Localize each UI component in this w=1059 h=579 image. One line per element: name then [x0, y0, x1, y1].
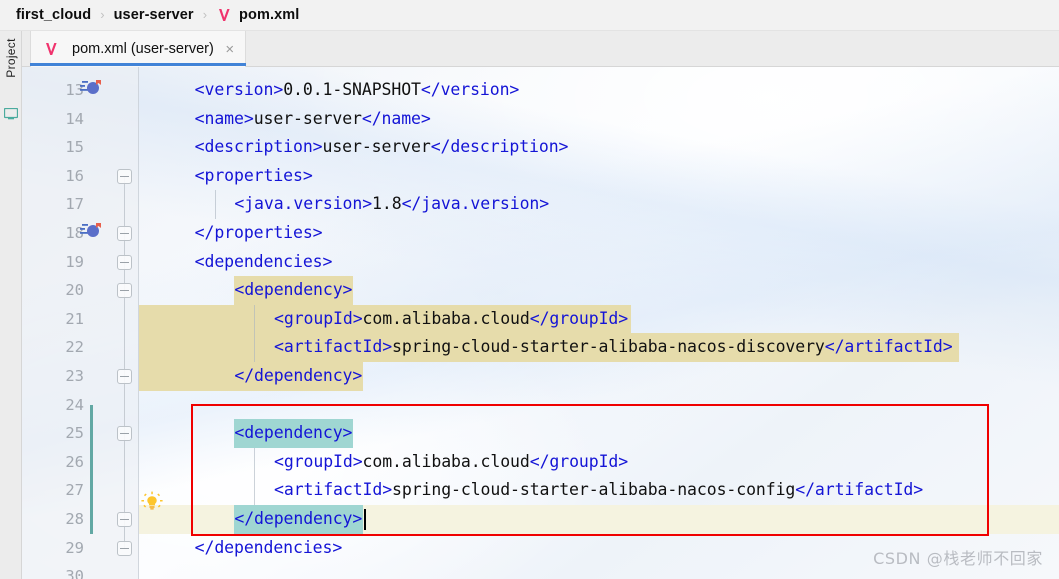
code-text: <groupId>com.alibaba.cloud</groupId> — [274, 308, 629, 328]
line-number: 27 — [65, 481, 84, 500]
code-line: 28 </dependency> — [22, 505, 1059, 534]
code-line: 18 </properties> — [22, 219, 1059, 248]
breadcrumb-item-module[interactable]: user-server — [114, 7, 194, 23]
maven-dependency-icon[interactable] — [80, 222, 104, 240]
code-line: 26 <groupId>com.alibaba.cloud</groupId> — [22, 448, 1059, 477]
code-text: </dependency> — [234, 509, 363, 528]
code-line: 16 <properties> — [22, 162, 1059, 191]
code-line: 13 <version>0.0.1-SNAPSHOT</version> — [22, 76, 1059, 105]
monitor-icon[interactable] — [3, 107, 19, 120]
line-number: 24 — [65, 395, 84, 414]
editor-tab-bar: pom.xml (user-server) × — [22, 31, 1059, 67]
line-number: 19 — [65, 252, 84, 271]
code-line: 24 — [22, 391, 1059, 420]
lightbulb-intention-icon[interactable] — [141, 491, 163, 513]
line-number: 13 — [65, 81, 84, 99]
code-line: 25 <dependency> — [22, 419, 1059, 448]
maven-dependency-icon[interactable] — [80, 79, 104, 97]
code-text: <artifactId>spring-cloud-starter-alibaba… — [274, 337, 953, 357]
code-text: <groupId>com.alibaba.cloud</groupId> — [274, 451, 629, 471]
code-text: <description>user-server</description> — [194, 137, 569, 157]
code-line: 23 </dependency> — [22, 362, 1059, 391]
code-editor[interactable]: 13 <version>0.0.1-SNAPSHOT</version> 14 <na… — [22, 67, 1059, 579]
code-line: 27 <artifactId>spring-cloud-starter-aliba… — [22, 476, 1059, 505]
line-number: 14 — [65, 109, 84, 128]
breadcrumb-separator: › — [100, 6, 105, 22]
sidebar-item-project[interactable]: Project — [4, 30, 18, 86]
code-line: 21 <groupId>com.alibaba.cloud</groupId> — [22, 305, 1059, 334]
code-text: <java.version>1.8</java.version> — [234, 194, 550, 214]
breadcrumb-file-label: pom.xml — [239, 7, 300, 23]
line-number: 15 — [65, 138, 84, 157]
code-text: <dependency> — [234, 423, 353, 443]
code-line: 19 <dependencies> — [22, 248, 1059, 277]
line-number: 29 — [65, 538, 84, 557]
code-text: <version>0.0.1-SNAPSHOT</version> — [194, 80, 520, 99]
tool-window-strip: Project — [0, 31, 22, 579]
code-line: 14 <name>user-server</name> — [22, 105, 1059, 134]
line-number: 16 — [65, 166, 84, 185]
code-line: 17 <java.version>1.8</java.version> — [22, 190, 1059, 219]
line-number: 28 — [65, 510, 84, 528]
maven-v-icon — [43, 41, 60, 58]
line-number: 25 — [65, 424, 84, 443]
code-text: <name>user-server</name> — [194, 108, 431, 128]
breadcrumb-item-file[interactable]: pom.xml — [216, 7, 299, 24]
breadcrumb-separator: › — [202, 6, 208, 22]
code-text: </properties> — [194, 223, 323, 242]
breadcrumb: first_cloud › user-server › pom.xml — [0, 0, 1059, 31]
line-number: 21 — [65, 309, 84, 328]
code-text: </dependency> — [234, 366, 363, 385]
code-text: <artifactId>spring-cloud-starter-alibaba… — [274, 480, 924, 500]
code-text: <dependencies> — [194, 251, 333, 271]
code-text: <properties> — [194, 165, 313, 185]
line-number: 30 — [65, 567, 84, 579]
close-icon[interactable]: × — [224, 42, 236, 57]
breadcrumb-item-project[interactable]: first_cloud — [16, 7, 91, 23]
code-text: <dependency> — [234, 280, 353, 300]
code-line: 22 <artifactId>spring-cloud-starter-aliba… — [22, 333, 1059, 362]
line-number: 17 — [65, 195, 84, 214]
tab-label: pom.xml (user-server) — [72, 41, 214, 57]
code-text: </dependencies> — [194, 537, 343, 557]
watermark: CSDN @栈老师不回家 — [873, 549, 1043, 568]
code-line: 20 <dependency> — [22, 276, 1059, 305]
code-lines: 13 <version>0.0.1-SNAPSHOT</version> 14 <na… — [22, 67, 1059, 579]
maven-v-icon — [216, 7, 233, 24]
line-number: 26 — [65, 452, 84, 471]
line-number: 20 — [65, 281, 84, 300]
line-number: 23 — [65, 367, 84, 385]
code-line: 15 <description>user-server</description> — [22, 133, 1059, 162]
tab-pom-xml[interactable]: pom.xml (user-server) × — [30, 31, 246, 67]
text-caret — [364, 509, 367, 530]
line-number: 22 — [65, 338, 84, 357]
line-number: 18 — [65, 224, 84, 242]
tab-active-underline — [30, 63, 246, 66]
